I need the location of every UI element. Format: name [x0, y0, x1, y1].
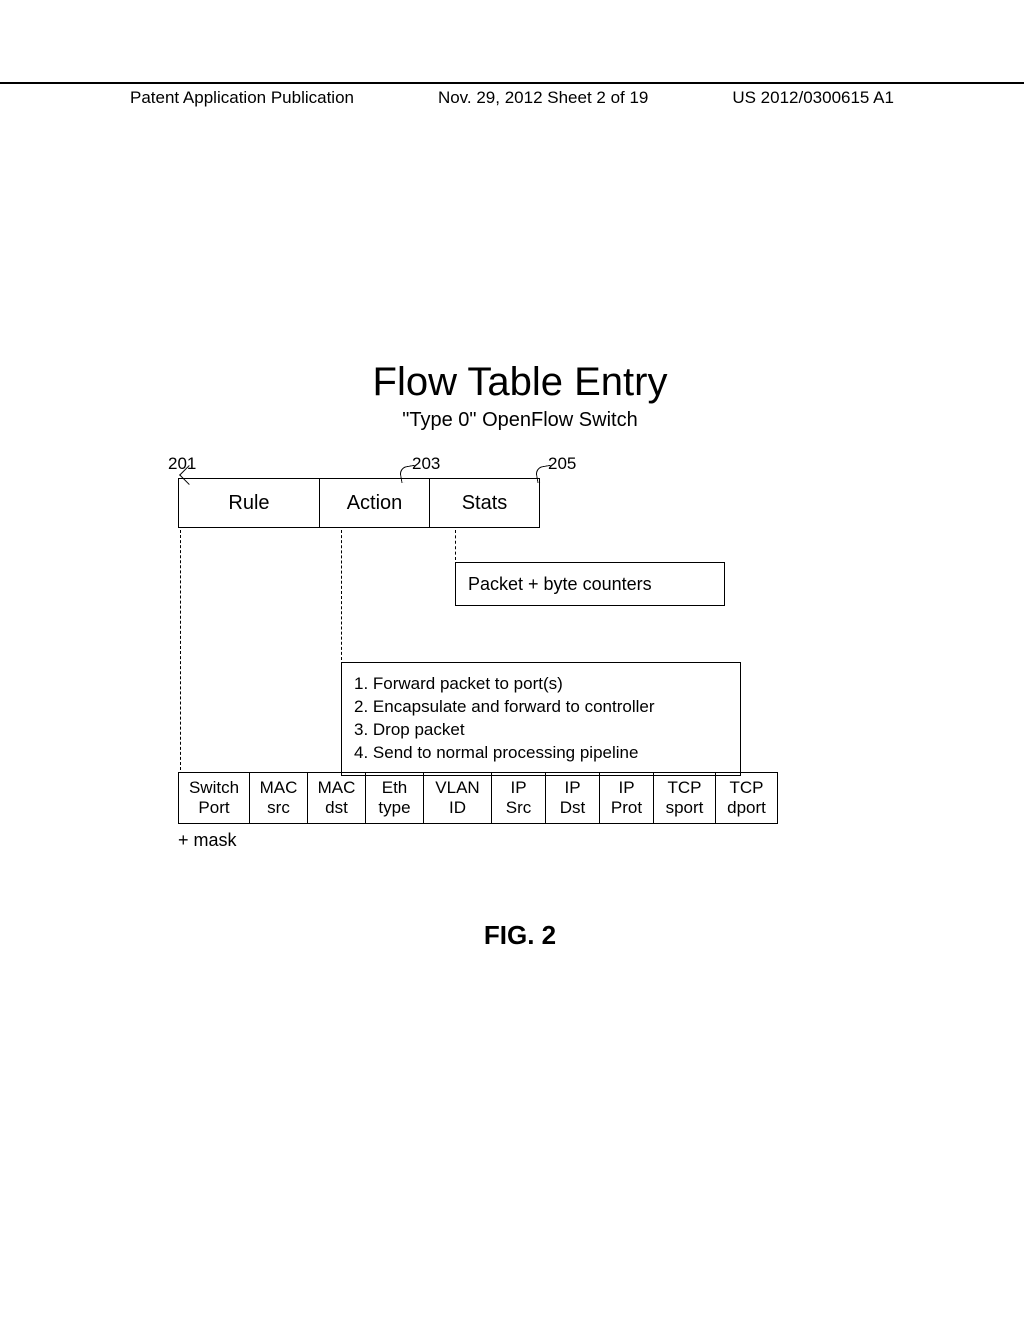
stats-cell: Stats — [429, 479, 539, 527]
field-l2: Prot — [611, 798, 642, 818]
entry-structure-row: Rule Action Stats — [178, 478, 540, 528]
figure-label: FIG. 2 — [160, 920, 880, 951]
action-line-3: 3. Drop packet — [354, 719, 728, 742]
field-switch-port: Switch Port — [179, 773, 249, 823]
ref-203: 203 — [412, 454, 440, 474]
field-mac-src: MAC src — [249, 773, 307, 823]
action-line-2: 2. Encapsulate and forward to controller — [354, 696, 728, 719]
flow-table-diagram: Flow Table Entry "Type 0" OpenFlow Switc… — [160, 360, 880, 432]
dash-rule — [180, 530, 181, 770]
field-ip-dst: IP Dst — [545, 773, 599, 823]
dash-action — [341, 530, 342, 660]
diagram-title: Flow Table Entry — [160, 360, 880, 405]
field-l1: IP — [618, 778, 634, 798]
field-l2: Dst — [560, 798, 586, 818]
field-l1: TCP — [668, 778, 702, 798]
page-header: Patent Application Publication Nov. 29, … — [0, 82, 1024, 108]
dash-stats — [455, 530, 456, 560]
field-l1: MAC — [318, 778, 356, 798]
field-l2: src — [267, 798, 290, 818]
mask-note: + mask — [178, 830, 237, 851]
action-detail-box: 1. Forward packet to port(s) 2. Encapsul… — [341, 662, 741, 776]
header-mid: Nov. 29, 2012 Sheet 2 of 19 — [438, 88, 648, 108]
field-l2: dst — [325, 798, 348, 818]
field-l1: IP — [510, 778, 526, 798]
field-l1: MAC — [260, 778, 298, 798]
field-l1: Eth — [382, 778, 408, 798]
field-tcp-dport: TCP dport — [715, 773, 777, 823]
field-l2: dport — [727, 798, 766, 818]
field-l1: TCP — [730, 778, 764, 798]
ref-205: 205 — [548, 454, 576, 474]
field-ip-src: IP Src — [491, 773, 545, 823]
action-line-4: 4. Send to normal processing pipeline — [354, 742, 728, 765]
header-left: Patent Application Publication — [130, 88, 354, 108]
stats-detail-text: Packet + byte counters — [468, 574, 652, 595]
field-ip-prot: IP Prot — [599, 773, 653, 823]
field-l1: VLAN — [435, 778, 479, 798]
field-l2: ID — [449, 798, 466, 818]
field-l1: Switch — [189, 778, 239, 798]
field-l2: type — [378, 798, 410, 818]
field-tcp-sport: TCP sport — [653, 773, 715, 823]
field-l2: Src — [506, 798, 532, 818]
field-l1: IP — [564, 778, 580, 798]
rule-cell: Rule — [179, 479, 319, 527]
header-right: US 2012/0300615 A1 — [732, 88, 894, 108]
field-mac-dst: MAC dst — [307, 773, 365, 823]
field-l2: Port — [198, 798, 229, 818]
field-l2: sport — [666, 798, 704, 818]
field-vlan-id: VLAN ID — [423, 773, 491, 823]
field-eth-type: Eth type — [365, 773, 423, 823]
match-fields-row: Switch Port MAC src MAC dst Eth type VLA… — [178, 772, 778, 824]
stats-detail-box: Packet + byte counters — [455, 562, 725, 606]
action-line-1: 1. Forward packet to port(s) — [354, 673, 728, 696]
action-cell: Action — [319, 479, 429, 527]
diagram-subtitle: "Type 0" OpenFlow Switch — [160, 409, 880, 432]
